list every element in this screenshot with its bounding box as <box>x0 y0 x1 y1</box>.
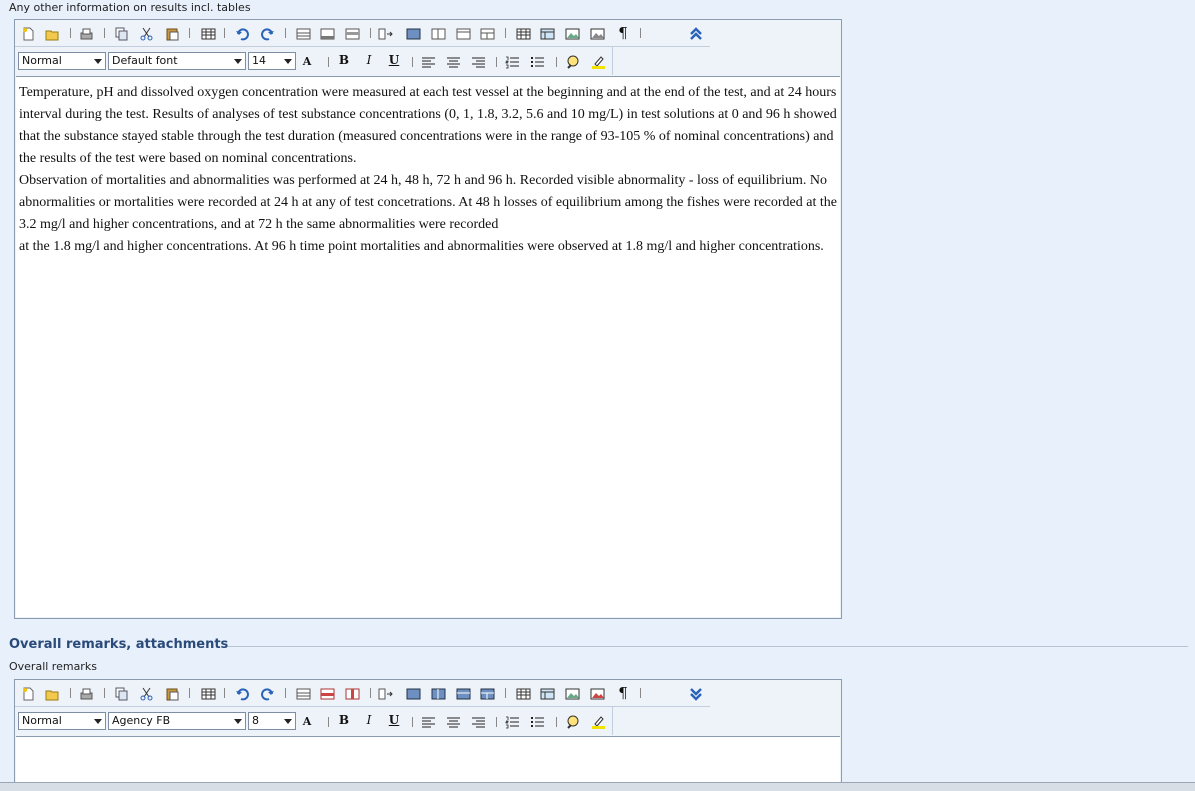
toolbar-row-2: Normal Agency FB 8 A B I U <box>15 707 613 735</box>
paste-icon[interactable] <box>165 26 180 41</box>
chevron-down-icon <box>234 59 242 64</box>
numbered-list-icon[interactable] <box>505 714 520 729</box>
chevron-down-icon <box>234 719 242 724</box>
paragraph-style-select[interactable]: Normal <box>18 712 106 730</box>
spellcheck-icon[interactable] <box>566 54 581 69</box>
toolbar-row-2: Normal Default font 14 A B I U <box>15 47 613 75</box>
content-paragraph: Observation of mortalities and abnormali… <box>19 173 837 232</box>
font-family-select[interactable]: Default font <box>108 52 246 70</box>
collapse-toolbar-icon[interactable] <box>689 26 704 40</box>
toolbar-row-1: ¶ <box>15 20 710 47</box>
bullet-list-icon[interactable] <box>530 714 545 728</box>
section-heading: Overall remarks, attachments <box>9 637 229 652</box>
grid-icon[interactable] <box>516 686 531 700</box>
underline-button[interactable]: U <box>387 53 401 67</box>
highlight-icon[interactable] <box>591 54 606 69</box>
image-edit-icon[interactable] <box>590 686 605 700</box>
font-family-select[interactable]: Agency FB <box>108 712 246 730</box>
cell-properties-icon[interactable] <box>456 26 471 40</box>
toolbar-row-1: ¶ <box>15 680 710 707</box>
font-size-select[interactable]: 14 <box>248 52 296 70</box>
italic-button[interactable]: I <box>362 53 376 67</box>
numbered-list-icon[interactable] <box>505 54 520 69</box>
field-label: Overall remarks <box>9 660 97 673</box>
bold-button[interactable]: B <box>337 53 351 67</box>
copy-icon[interactable] <box>114 26 129 41</box>
bullet-list-icon[interactable] <box>530 54 545 68</box>
bold-button[interactable]: B <box>337 713 351 727</box>
italic-button[interactable]: I <box>362 713 376 727</box>
insert-row-above-icon[interactable] <box>296 26 311 40</box>
insert-column-icon[interactable] <box>378 26 393 40</box>
field-label: Any other information on results incl. t… <box>9 1 251 14</box>
undo-icon[interactable] <box>235 686 250 701</box>
insert-column-icon[interactable] <box>378 686 393 700</box>
align-center-icon[interactable] <box>446 714 461 728</box>
content-paragraph: at the 1.8 mg/l and higher concentration… <box>19 239 824 254</box>
align-right-icon[interactable] <box>471 54 486 68</box>
rich-text-editor-remarks: ¶ Normal Agency FB 8 A B I U <box>14 679 842 784</box>
open-folder-icon[interactable] <box>45 686 60 701</box>
spellcheck-icon[interactable] <box>566 714 581 729</box>
cell-properties-icon[interactable] <box>456 686 471 700</box>
table-properties-icon[interactable] <box>480 26 495 40</box>
cell-merge-icon[interactable] <box>406 26 421 40</box>
expand-toolbar-icon[interactable] <box>689 686 704 701</box>
editor-content-area[interactable] <box>16 736 840 784</box>
align-left-icon[interactable] <box>421 714 436 728</box>
chevron-down-icon <box>94 59 102 64</box>
font-size-a-icon[interactable]: A <box>300 715 314 728</box>
align-left-icon[interactable] <box>421 54 436 68</box>
delete-row-icon[interactable] <box>345 686 360 700</box>
undo-icon[interactable] <box>235 26 250 41</box>
font-size-a-icon[interactable]: A <box>300 55 314 68</box>
image-edit-icon[interactable] <box>590 26 605 40</box>
image-icon[interactable] <box>565 686 580 700</box>
editor-content-area[interactable]: Temperature, pH and dissolved oxygen con… <box>16 76 840 617</box>
rich-text-editor-results: ¶ Normal Default font 14 A B I U Tempera… <box>14 19 842 619</box>
new-document-icon[interactable] <box>21 686 36 701</box>
redo-icon[interactable] <box>260 686 275 701</box>
chevron-down-icon <box>94 719 102 724</box>
image-icon[interactable] <box>565 26 580 40</box>
table-layout-icon[interactable] <box>540 686 555 700</box>
insert-table-icon[interactable] <box>201 26 216 40</box>
redo-icon[interactable] <box>260 26 275 41</box>
underline-button[interactable]: U <box>387 713 401 727</box>
cell-merge-icon[interactable] <box>406 686 421 700</box>
show-paragraph-marks-icon[interactable]: ¶ <box>616 684 630 702</box>
highlight-icon[interactable] <box>591 714 606 729</box>
section-divider <box>228 646 1188 647</box>
print-icon[interactable] <box>79 26 94 40</box>
content-paragraph: Temperature, pH and dissolved oxygen con… <box>19 85 837 166</box>
insert-row-below-icon[interactable] <box>320 26 335 40</box>
delete-row-icon[interactable] <box>345 26 360 40</box>
cut-icon[interactable] <box>139 26 154 41</box>
chevron-down-icon <box>284 719 292 724</box>
chevron-down-icon <box>284 59 292 64</box>
insert-row-below-icon[interactable] <box>320 686 335 700</box>
cell-split-icon[interactable] <box>431 26 446 40</box>
show-paragraph-marks-icon[interactable]: ¶ <box>616 24 630 42</box>
table-properties-icon[interactable] <box>480 686 495 700</box>
copy-icon[interactable] <box>114 686 129 701</box>
grid-icon[interactable] <box>516 26 531 40</box>
new-document-icon[interactable] <box>21 26 36 41</box>
cut-icon[interactable] <box>139 686 154 701</box>
cell-split-icon[interactable] <box>431 686 446 700</box>
font-size-select[interactable]: 8 <box>248 712 296 730</box>
insert-table-icon[interactable] <box>201 686 216 700</box>
align-center-icon[interactable] <box>446 54 461 68</box>
print-icon[interactable] <box>79 686 94 700</box>
open-folder-icon[interactable] <box>45 26 60 41</box>
table-layout-icon[interactable] <box>540 26 555 40</box>
align-right-icon[interactable] <box>471 714 486 728</box>
paste-icon[interactable] <box>165 686 180 701</box>
insert-row-above-icon[interactable] <box>296 686 311 700</box>
paragraph-style-select[interactable]: Normal <box>18 52 106 70</box>
